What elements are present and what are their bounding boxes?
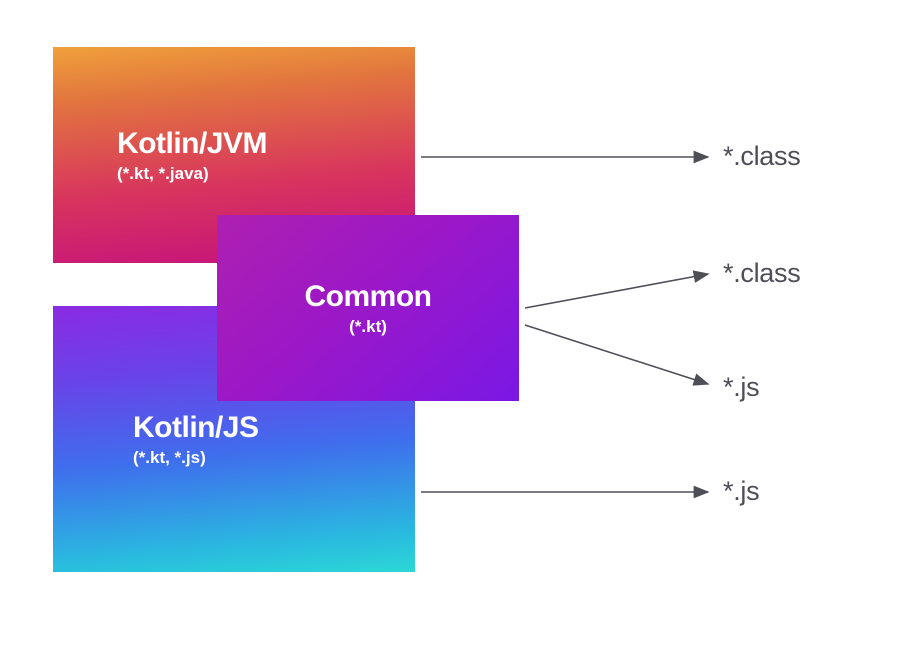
box-common: Common (*.kt) xyxy=(217,215,519,401)
output-jvm-class: *.class xyxy=(723,141,800,172)
output-common-js: *.js xyxy=(723,372,759,403)
output-js: *.js xyxy=(723,476,759,507)
box-jvm-subtitle: (*.kt, *.java) xyxy=(117,164,209,184)
arrow-common-to-js xyxy=(525,325,708,384)
box-common-title: Common xyxy=(305,280,432,314)
box-jvm-title: Kotlin/JVM xyxy=(117,127,267,161)
box-js-title: Kotlin/JS xyxy=(133,411,259,445)
output-common-class: *.class xyxy=(723,258,800,289)
box-common-subtitle: (*.kt) xyxy=(349,317,387,337)
box-js-subtitle: (*.kt, *.js) xyxy=(133,448,206,468)
arrow-common-to-class xyxy=(525,274,708,308)
